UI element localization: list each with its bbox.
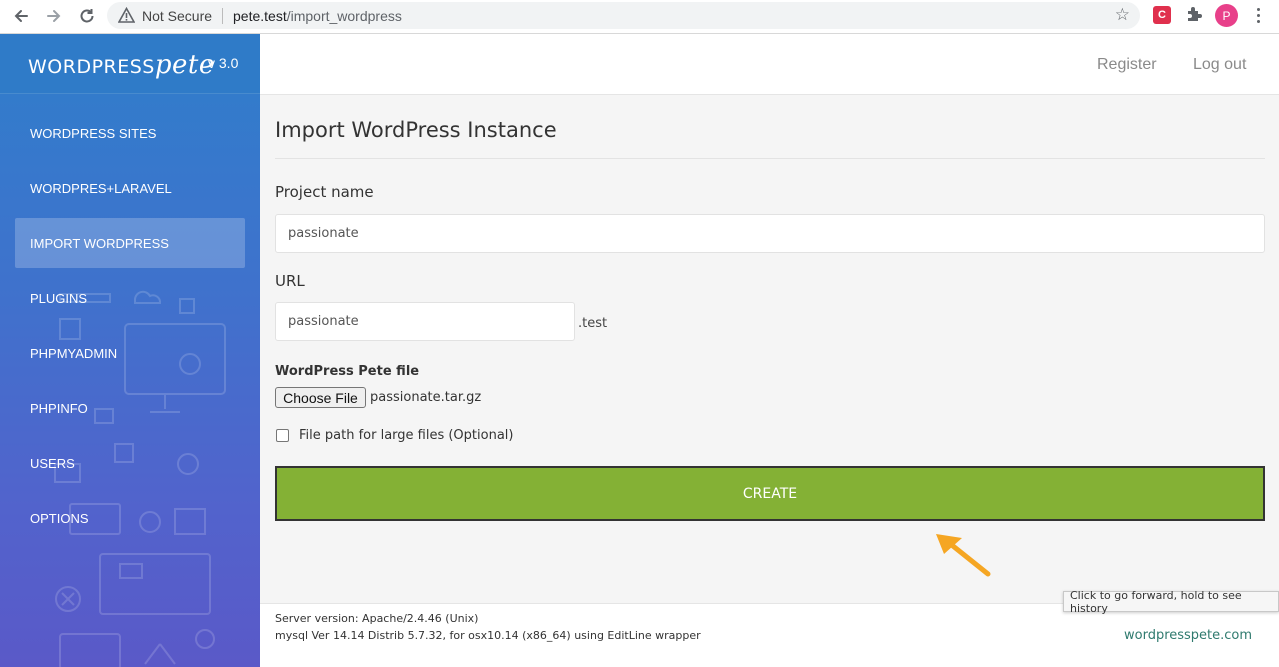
project-name-label: Project name bbox=[275, 183, 374, 201]
browser-menu-icon[interactable] bbox=[1250, 5, 1266, 25]
warning-icon bbox=[118, 7, 135, 23]
extension-icon[interactable]: C bbox=[1153, 6, 1171, 24]
back-arrow-icon bbox=[14, 10, 28, 22]
browser-toolbar: Not Secure pete.test/import_wordpress ☆ … bbox=[0, 0, 1279, 34]
wordpresspete-link[interactable]: wordpresspete.com bbox=[1124, 628, 1252, 643]
page-title: Import WordPress Instance bbox=[275, 118, 557, 142]
server-version-text: Server version: Apache/2.4.46 (Unix) bbox=[275, 612, 479, 625]
sidebar-item-plugins[interactable]: PLUGINS bbox=[15, 273, 245, 323]
sidebar-item-phpmyadmin[interactable]: PHPMYADMIN bbox=[15, 328, 245, 378]
url-path: /import_wordpress bbox=[286, 8, 402, 24]
register-link[interactable]: Register bbox=[1097, 56, 1157, 74]
forward-tooltip: Click to go forward, hold to see history bbox=[1063, 589, 1279, 615]
address-bar[interactable]: Not Secure pete.test/import_wordpress ☆ bbox=[107, 2, 1140, 29]
large-files-checkbox[interactable] bbox=[276, 429, 289, 442]
create-button[interactable]: CREATE bbox=[275, 466, 1265, 521]
url-suffix: .test bbox=[578, 316, 608, 331]
forward-button[interactable] bbox=[42, 5, 66, 27]
logo-pete-text: pete bbox=[154, 50, 215, 80]
choose-file-button[interactable]: Choose File bbox=[275, 387, 366, 408]
wordpress-pete-logo[interactable]: WORDPRESSpete bbox=[28, 50, 215, 80]
logout-link[interactable]: Log out bbox=[1193, 56, 1246, 74]
forward-arrow-icon bbox=[47, 10, 61, 22]
security-label[interactable]: Not Secure bbox=[142, 8, 212, 24]
back-button[interactable] bbox=[9, 5, 33, 27]
reload-icon bbox=[80, 9, 94, 23]
url-label: URL bbox=[275, 272, 305, 290]
url-host: pete.test bbox=[233, 8, 287, 24]
sidebar-item-wordpress-laravel[interactable]: WORDPRES+LARAVEL bbox=[15, 163, 245, 213]
extensions-puzzle-icon[interactable] bbox=[1184, 5, 1204, 25]
sidebar-item-wordpress-sites[interactable]: WORDPRESS SITES bbox=[15, 108, 245, 158]
selected-file-name: passionate.tar.gz bbox=[370, 390, 482, 405]
profile-avatar[interactable]: P bbox=[1215, 4, 1238, 27]
version-label: v 3.0 bbox=[208, 55, 239, 71]
url-input[interactable] bbox=[275, 302, 575, 341]
omnibox-divider bbox=[222, 8, 223, 24]
pete-file-label: WordPress Pete file bbox=[275, 364, 420, 379]
mysql-version-text: mysql Ver 14.14 Distrib 5.7.32, for osx1… bbox=[275, 629, 701, 642]
url-text[interactable]: pete.test/import_wordpress bbox=[233, 8, 402, 24]
sidebar-header: WORDPRESSpete v 3.0 bbox=[0, 34, 260, 94]
sidebar-item-users[interactable]: USERS bbox=[15, 438, 245, 488]
reload-button[interactable] bbox=[75, 5, 99, 27]
annotation-arrow-icon bbox=[936, 534, 991, 577]
bookmark-star-icon[interactable]: ☆ bbox=[1115, 5, 1130, 25]
sidebar-item-options[interactable]: OPTIONS bbox=[15, 493, 245, 543]
logo-wordpress-text: WORDPRESS bbox=[28, 56, 155, 78]
sidebar: WORDPRESSpete v 3.0 WORDPRESS SITES WORD… bbox=[0, 34, 260, 667]
large-files-label[interactable]: File path for large files (Optional) bbox=[299, 428, 513, 443]
sidebar-item-import-wordpress[interactable]: IMPORT WORDPRESS bbox=[15, 218, 245, 268]
project-name-input[interactable] bbox=[275, 214, 1265, 253]
main-content: Import WordPress Instance Project name U… bbox=[260, 95, 1279, 603]
title-divider bbox=[275, 158, 1265, 159]
sidebar-item-phpinfo[interactable]: PHPINFO bbox=[15, 383, 245, 433]
top-header: Register Log out bbox=[260, 34, 1279, 95]
